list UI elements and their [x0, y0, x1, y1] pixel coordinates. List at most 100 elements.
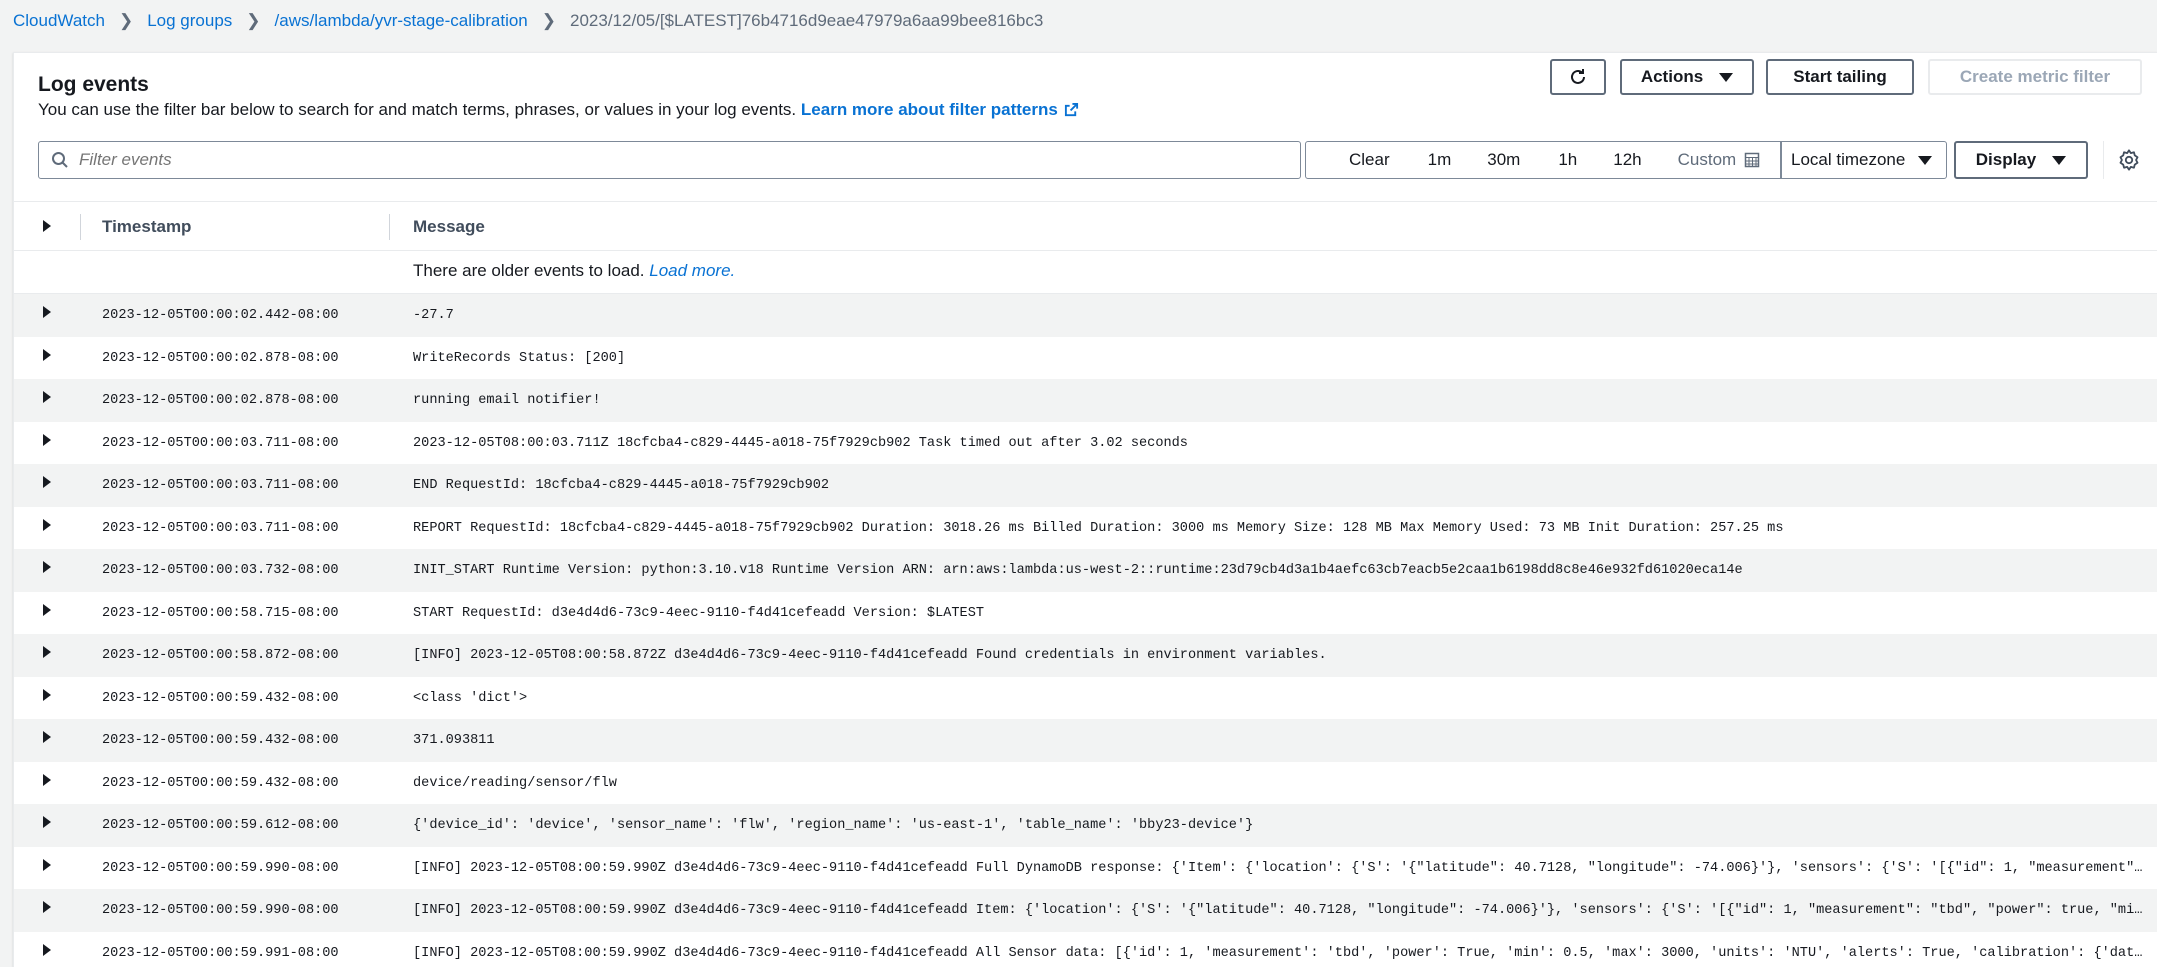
display-button[interactable]: Display: [1954, 141, 2088, 179]
range-30m[interactable]: 30m: [1487, 150, 1520, 170]
log-events-panel: Log events You can use the filter bar be…: [13, 52, 2157, 967]
expand-row-icon[interactable]: [43, 773, 51, 786]
expand-row-icon[interactable]: [43, 306, 51, 318]
column-header-message[interactable]: Message: [413, 217, 485, 237]
row-timestamp: 2023-12-05T00:00:59.432-08:00: [102, 690, 339, 706]
refresh-button[interactable]: [1550, 59, 1606, 95]
learn-more-link[interactable]: Learn more about filter patterns: [801, 100, 1079, 119]
expand-all-icon[interactable]: [43, 220, 51, 232]
range-1h[interactable]: 1h: [1558, 150, 1577, 170]
expand-row-icon[interactable]: [43, 901, 51, 913]
expand-row-icon[interactable]: [43, 561, 51, 573]
row-timestamp: 2023-12-05T00:00:58.715-08:00: [102, 605, 339, 621]
chevron-right-icon: ❯: [541, 11, 557, 30]
range-1m[interactable]: 1m: [1428, 150, 1452, 170]
table-row[interactable]: 2023-12-05T00:00:59.612-08:00 {'device_id…: [14, 804, 2157, 847]
expand-row-icon[interactable]: [43, 476, 51, 488]
row-timestamp: 2023-12-05T00:00:02.878-08:00: [102, 393, 339, 408]
row-timestamp: 2023-12-05T00:00:59.990-08:00: [102, 903, 339, 918]
row-timestamp: 2023-12-05T00:00:02.442-08:00: [102, 308, 339, 323]
table-row[interactable]: 2023-12-05T00:00:02.878-08:00 WriteRecord…: [14, 336, 2157, 379]
row-message: -27.7: [413, 308, 454, 323]
row-timestamp: 2023-12-05T00:00:59.991-08:00: [102, 945, 339, 961]
log-events-table: Timestamp Message There are older events…: [14, 201, 2157, 967]
chevron-right-icon: ❯: [246, 11, 261, 30]
create-metric-filter-button[interactable]: Create metric filter: [1928, 59, 2142, 95]
table-row[interactable]: 2023-12-05T00:00:03.711-08:00 REPORT Requ…: [14, 506, 2157, 549]
actions-button[interactable]: Actions: [1620, 59, 1754, 95]
expand-row-icon[interactable]: [43, 391, 51, 403]
breadcrumb-log-group[interactable]: /aws/lambda/yvr-stage-calibration: [275, 11, 528, 31]
column-header-timestamp[interactable]: Timestamp: [102, 217, 191, 237]
expand-row-icon[interactable]: [43, 646, 51, 658]
table-row[interactable]: 2023-12-05T00:00:59.990-08:00 [INFO] 2023…: [14, 846, 2157, 889]
filter-events-search[interactable]: [38, 141, 1301, 179]
table-row[interactable]: 2023-12-05T00:00:03.711-08:00 END Request…: [14, 464, 2157, 507]
row-message: REPORT RequestId: 18cfcba4-c829-4445-a01…: [413, 520, 1784, 536]
external-link-icon: [1064, 102, 1078, 117]
table-row[interactable]: 2023-12-05T00:00:02.442-08:00 -27.7: [14, 294, 2157, 337]
table-row[interactable]: 2023-12-05T00:00:59.432-08:00 371.093811: [14, 719, 2157, 762]
table-row[interactable]: 2023-12-05T00:00:58.872-08:00 [INFO] 2023…: [14, 634, 2157, 677]
load-more-link[interactable]: Load more.: [649, 261, 735, 280]
chevron-right-icon: ❯: [118, 11, 134, 30]
expand-row-icon[interactable]: [43, 688, 51, 701]
expand-row-icon[interactable]: [43, 943, 51, 956]
expand-row-icon[interactable]: [43, 603, 51, 616]
row-message: START RequestId: d3e4d4d6-73c9-4eec-9110…: [413, 605, 985, 621]
older-events-row: There are older events to load. Load mor…: [14, 251, 2157, 294]
custom-label: Custom: [1677, 150, 1737, 169]
caret-down-icon: [2052, 155, 2067, 165]
breadcrumb-cloudwatch[interactable]: CloudWatch: [13, 11, 105, 31]
start-tailing-button[interactable]: Start tailing: [1766, 59, 1914, 95]
expand-row-icon[interactable]: [43, 518, 51, 531]
panel-description: You can use the filter bar below to sear…: [38, 100, 1079, 120]
breadcrumb-log-stream: 2023/12/05/[$LATEST]76b4716d9eae47979a6a…: [570, 11, 1044, 30]
table-row[interactable]: 2023-12-05T00:00:58.715-08:00 START Reque…: [14, 591, 2157, 634]
row-timestamp: 2023-12-05T00:00:03.711-08:00: [102, 520, 339, 536]
row-timestamp: 2023-12-05T00:00:59.432-08:00: [102, 775, 339, 791]
table-header: Timestamp Message: [14, 201, 2157, 251]
older-events-label: There are older events to load.: [413, 261, 645, 280]
table-row[interactable]: 2023-12-05T00:00:59.991-08:00 [INFO] 2023…: [14, 931, 2157, 967]
row-timestamp: 2023-12-05T00:00:03.711-08:00: [102, 478, 339, 493]
column-divider: [389, 214, 390, 240]
table-body: 2023-12-05T00:00:02.442-08:00 -27.7 2023-1…: [14, 294, 2157, 967]
expand-row-icon[interactable]: [43, 731, 51, 743]
breadcrumb-log-groups[interactable]: Log groups: [147, 11, 232, 31]
time-range-selector: Clear 1m 30m 1h 12h Custom: [1305, 141, 1781, 179]
table-row[interactable]: 2023-12-05T00:00:59.432-08:00 device/read…: [14, 761, 2157, 804]
actions-label: Actions: [1640, 67, 1704, 86]
expand-row-icon[interactable]: [43, 816, 51, 828]
row-message: running email notifier!: [413, 393, 601, 408]
expand-row-icon[interactable]: [43, 858, 51, 871]
table-row[interactable]: 2023-12-05T00:00:02.878-08:00 running ema…: [14, 379, 2157, 422]
expand-row-icon[interactable]: [43, 348, 51, 361]
range-custom[interactable]: Custom: [1678, 150, 1761, 170]
row-timestamp: 2023-12-05T00:00:59.990-08:00: [102, 860, 339, 876]
table-row[interactable]: 2023-12-05T00:00:59.990-08:00 [INFO] 2023…: [14, 889, 2157, 932]
timezone-label: Local timezone: [1791, 150, 1906, 169]
row-timestamp: 2023-12-05T00:00:58.872-08:00: [102, 648, 339, 663]
breadcrumb: CloudWatch ❯ Log groups ❯ /aws/lambda/yv…: [13, 10, 1043, 32]
calendar-icon: [1744, 152, 1760, 168]
caret-down-icon: [1918, 155, 1933, 165]
divider: [2103, 141, 2104, 179]
row-message: <class 'dict'>: [413, 690, 528, 706]
row-timestamp: 2023-12-05T00:00:03.732-08:00: [102, 563, 339, 578]
filter-events-input[interactable]: [79, 150, 1279, 170]
row-message: [INFO] 2023-12-05T08:00:59.990Z d3e4d4d6…: [413, 860, 2143, 876]
clear-button[interactable]: Clear: [1349, 150, 1390, 170]
row-message: END RequestId: 18cfcba4-c829-4445-a018-7…: [413, 478, 830, 493]
expand-row-icon[interactable]: [43, 433, 51, 446]
table-row[interactable]: 2023-12-05T00:00:59.432-08:00 <class 'dic…: [14, 676, 2157, 719]
row-message: [INFO] 2023-12-05T08:00:59.990Z d3e4d4d6…: [413, 903, 2143, 918]
row-timestamp: 2023-12-05T00:00:02.878-08:00: [102, 350, 339, 366]
table-row[interactable]: 2023-12-05T00:00:03.732-08:00 INIT_START …: [14, 549, 2157, 592]
caret-down-icon: [1719, 72, 1734, 82]
range-12h[interactable]: 12h: [1613, 150, 1641, 170]
table-row[interactable]: 2023-12-05T00:00:03.711-08:00 2023-12-05T…: [14, 421, 2157, 464]
timezone-select[interactable]: Local timezone: [1781, 141, 1947, 179]
gear-icon[interactable]: [2118, 149, 2140, 171]
row-message: WriteRecords Status: [200]: [413, 350, 626, 366]
